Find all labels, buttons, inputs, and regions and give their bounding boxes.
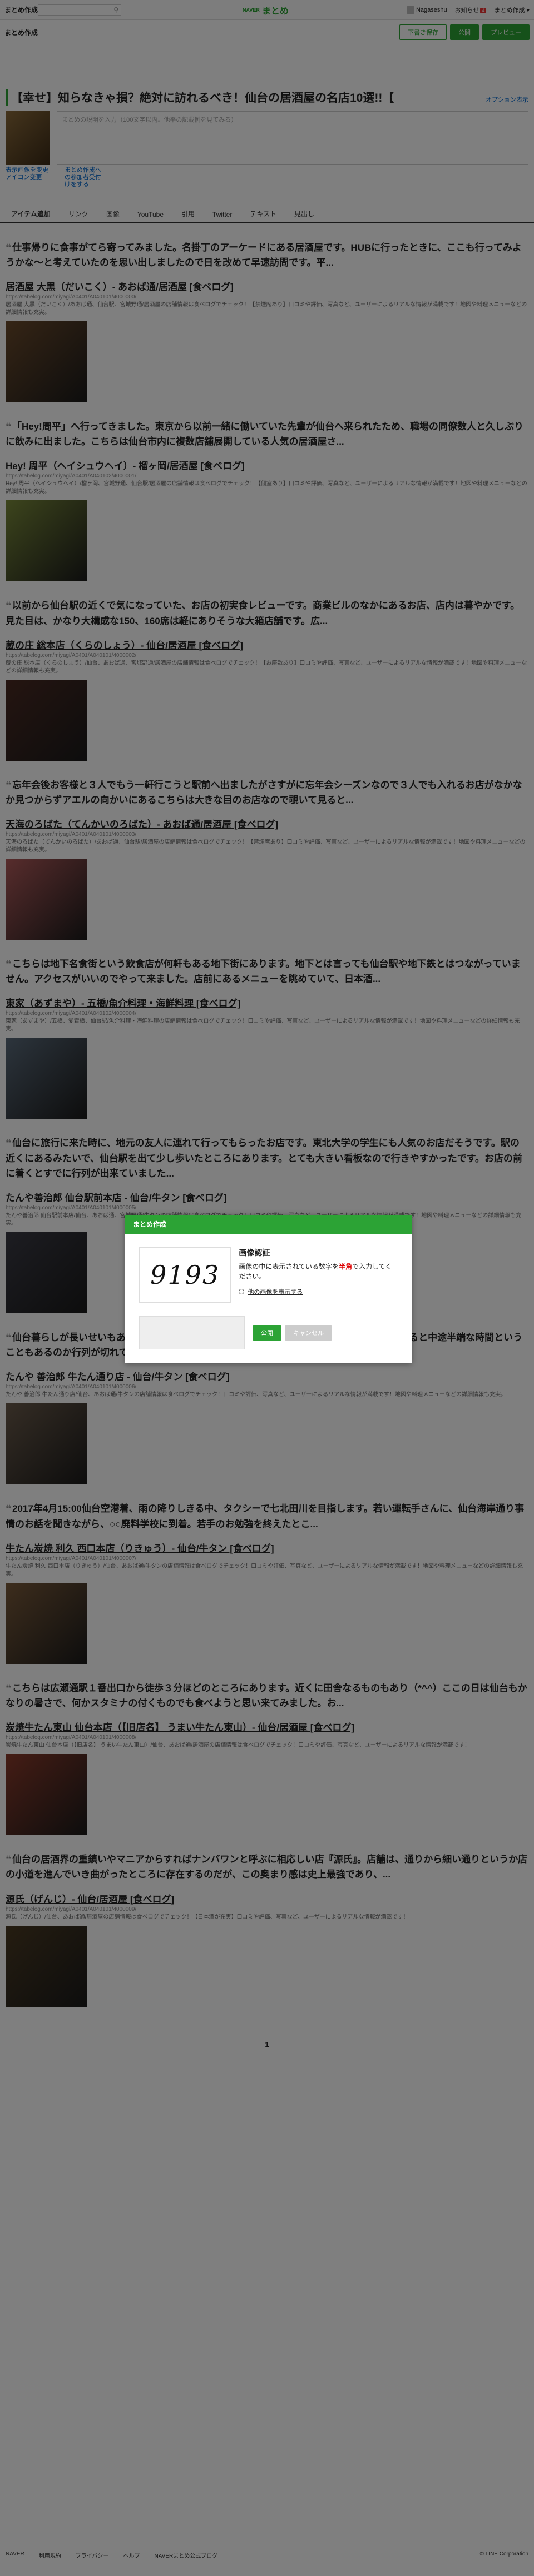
instruction-text: 画像の中に表示されている数字を bbox=[239, 1263, 339, 1270]
captcha-input[interactable] bbox=[139, 1316, 245, 1349]
modal-header: まとめ作成 bbox=[125, 1215, 412, 1234]
other-image-label: 他の画像を表示する bbox=[248, 1289, 303, 1296]
captcha-heading: 画像認証 bbox=[239, 1248, 270, 1257]
other-image-link[interactable]: 他の画像を表示する bbox=[239, 1287, 395, 1296]
instruction-highlight: 半角 bbox=[339, 1263, 353, 1270]
refresh-icon bbox=[239, 1289, 245, 1294]
captcha-submit-button[interactable]: 公開 bbox=[253, 1325, 281, 1341]
captcha-modal: まとめ作成 9193 画像認証 画像の中に表示されている数字を半角で入力してくだ… bbox=[125, 1215, 412, 1363]
captcha-cancel-button[interactable]: キャンセル bbox=[285, 1325, 332, 1341]
captcha-image: 9193 bbox=[139, 1247, 231, 1303]
captcha-instructions: 画像の中に表示されている数字を半角で入力してください。 bbox=[239, 1262, 395, 1282]
